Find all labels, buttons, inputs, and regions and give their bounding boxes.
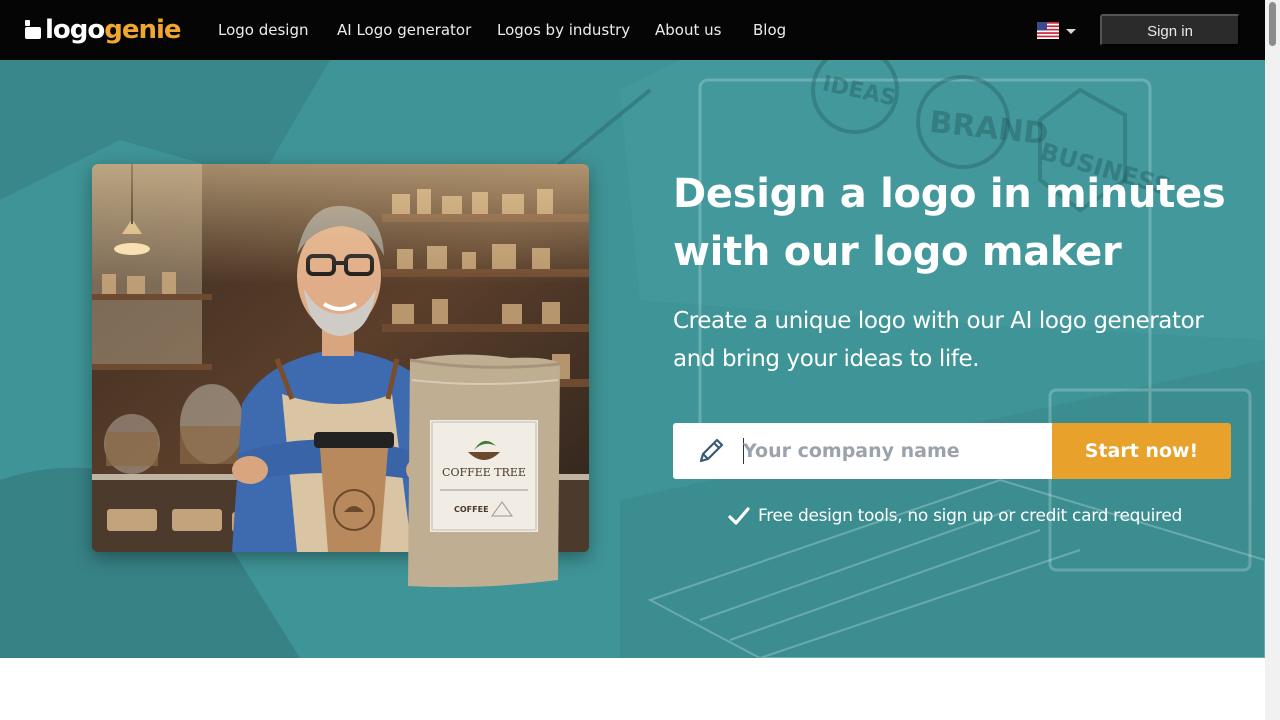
page-scrollbar[interactable] [1265, 0, 1280, 720]
logo-wordmark-part2: genie [104, 15, 181, 45]
scrollbar-thumb[interactable] [1269, 2, 1276, 46]
company-name-field[interactable] [673, 423, 1053, 479]
top-navigation: logogenie Logo design AI Logo generator … [0, 0, 1265, 60]
checkmark-icon [728, 507, 750, 525]
logo-wordmark: logogenie [45, 14, 182, 46]
free-tools-note-text: Free design tools, no sign up or credit … [758, 506, 1183, 526]
free-tools-note: Free design tools, no sign up or credit … [728, 503, 1182, 529]
bag-brand-text: COFFEE TREE [442, 466, 526, 479]
nav-link-logo-design[interactable]: Logo design [218, 18, 309, 42]
nav-link-about-us[interactable]: About us [655, 18, 721, 42]
pencil-icon [699, 438, 724, 463]
logogenie-logo[interactable]: logogenie [25, 14, 182, 46]
us-flag-icon[interactable] [1037, 22, 1059, 39]
hero-headline: Design a logo in minutes with our logo m… [673, 171, 1226, 275]
bag-label-text: COFFEE [454, 505, 489, 514]
nav-link-logos-by-industry[interactable]: Logos by industry [497, 18, 630, 42]
start-now-button[interactable]: Start now! [1052, 423, 1231, 479]
logo-mark-icon [25, 20, 41, 39]
hero-subheadline: Create a unique logo with our AI logo ge… [673, 308, 1204, 372]
sign-in-button[interactable]: Sign in [1100, 14, 1240, 46]
coffee-bag-illustration: COFFEE TREE COFFEE [408, 354, 561, 588]
language-dropdown-caret-icon[interactable] [1066, 29, 1076, 34]
nav-link-ai-logo-generator[interactable]: AI Logo generator [337, 18, 471, 42]
company-name-input[interactable] [743, 423, 1043, 479]
hero-section: IDEAS BRAND BUSINESS COFFEE TREE COFFEE … [0, 60, 1265, 658]
logo-wordmark-part1: logo [45, 15, 105, 45]
nav-link-blog[interactable]: Blog [753, 18, 786, 42]
